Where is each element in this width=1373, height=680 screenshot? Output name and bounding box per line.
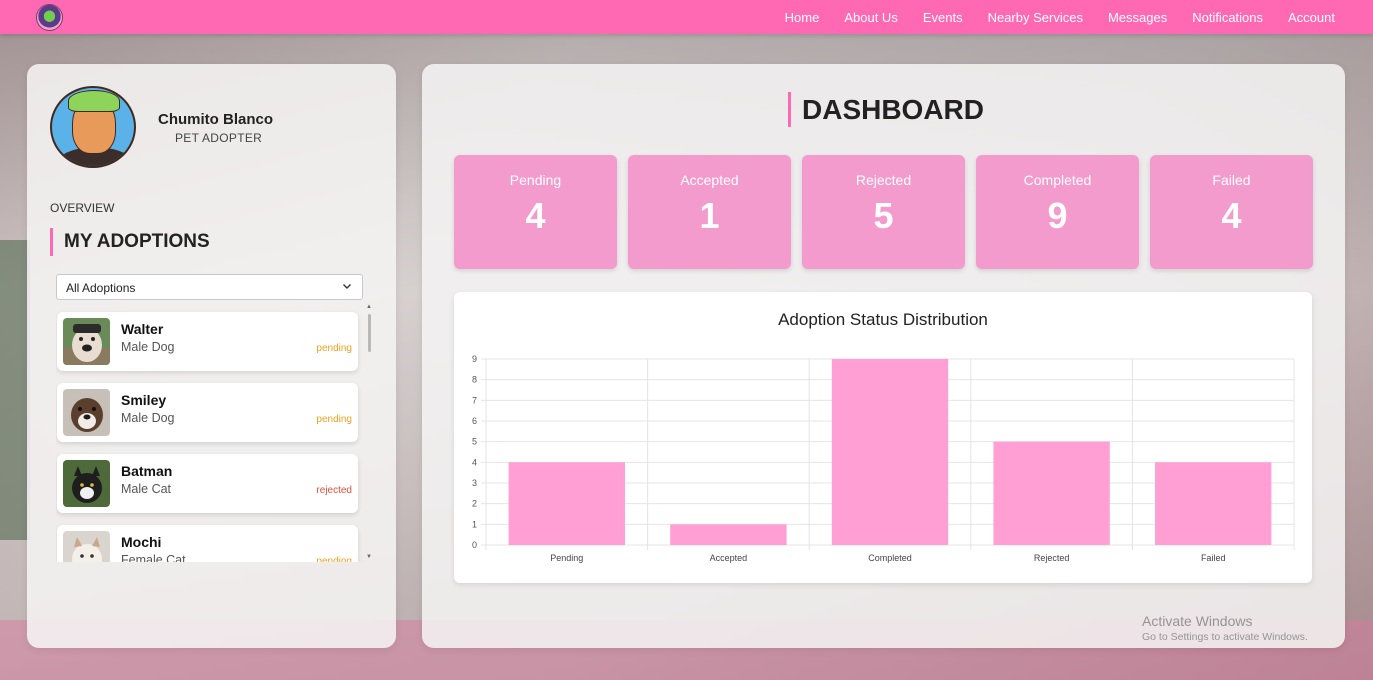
y-tick-label: 4 [472, 457, 477, 467]
profile-panel: Chumito Blanco PET ADOPTER OVERVIEW MY A… [27, 64, 396, 648]
overview-label: OVERVIEW [50, 201, 115, 215]
windows-activation-title: Activate Windows [1142, 613, 1253, 629]
pet-name: Walter [121, 321, 164, 337]
adoption-list[interactable]: Walter Male Dog pending Smiley Male Dog … [56, 310, 372, 562]
nav-account-link[interactable]: Account [1288, 10, 1335, 25]
my-adoptions-title: MY ADOPTIONS [50, 228, 210, 256]
y-tick-label: 0 [472, 540, 477, 550]
x-tick-label: Failed [1201, 553, 1226, 563]
status-badge: pending [316, 343, 352, 354]
bar-chart: 0 1 2 3 4 5 6 7 8 9 Pending Accepted Completed Reject… [472, 354, 1295, 563]
nav-nearby-services-link[interactable]: Nearby Services [988, 10, 1083, 25]
pet-type: Female Cat [121, 553, 186, 562]
stat-card-failed: Failed 4 [1150, 155, 1313, 269]
scroll-up-icon[interactable]: ▲ [366, 304, 372, 310]
x-tick-label: Rejected [1034, 553, 1070, 563]
nav-events-link[interactable]: Events [923, 10, 963, 25]
y-tick-label: 3 [472, 478, 477, 488]
pet-photo-smiley [63, 389, 110, 436]
pet-photo-batman [63, 460, 110, 507]
user-name: Chumito Blanco [158, 111, 273, 128]
x-tick-label: Accepted [710, 553, 748, 563]
y-tick-label: 6 [472, 416, 477, 426]
y-tick-label: 7 [472, 395, 477, 405]
pet-photo-walter [63, 318, 110, 365]
chevron-down-icon [342, 281, 352, 291]
y-tick-label: 2 [472, 499, 477, 509]
stat-value: 4 [525, 195, 546, 236]
nav-notifications-link[interactable]: Notifications [1192, 10, 1263, 25]
pet-type: Male Cat [121, 482, 172, 496]
pet-type: Male Dog [121, 340, 175, 354]
chart-bar [993, 441, 1110, 545]
stat-label: Completed [1023, 172, 1092, 188]
y-tick-label: 8 [472, 375, 477, 385]
dashboard-panel: DASHBOARD Pending 4 Accepted 1 Rejected … [422, 64, 1345, 648]
adoption-card-walter[interactable]: Walter Male Dog pending [57, 312, 358, 371]
adoption-status-chart: Adoption Status Distribution 0123456789P… [454, 292, 1312, 583]
y-tick-label: 5 [472, 437, 477, 447]
pet-name: Smiley [121, 392, 167, 408]
y-tick-label: 9 [472, 354, 477, 364]
stat-label: Rejected [855, 172, 912, 188]
stat-card-rejected: Rejected 5 [802, 155, 965, 269]
status-badge: pending [316, 556, 352, 562]
y-tick-label: 1 [472, 519, 477, 529]
avatar-hair [68, 90, 120, 112]
scroll-down-icon[interactable]: ▼ [366, 554, 372, 560]
adoption-card-smiley[interactable]: Smiley Male Dog pending [57, 383, 358, 442]
stat-label: Accepted [680, 172, 739, 188]
pet-photo-mochi [63, 531, 110, 562]
pet-name: Mochi [121, 534, 162, 550]
adoption-card-mochi[interactable]: Mochi Female Cat pending [57, 525, 358, 562]
chart-bar [1155, 462, 1272, 545]
pet-name: Batman [121, 463, 173, 479]
chart-bar [508, 462, 625, 545]
x-tick-label: Completed [868, 553, 912, 563]
page-title: DASHBOARD [788, 92, 984, 127]
scrollbar-thumb[interactable] [368, 314, 371, 352]
logo-icon[interactable] [36, 4, 63, 31]
windows-activation-subtitle: Go to Settings to activate Windows. [1142, 631, 1308, 643]
stat-label: Failed [1212, 172, 1251, 188]
stat-value: 9 [1047, 195, 1068, 236]
adoption-filter-select[interactable]: All Adoptions [56, 274, 363, 300]
stat-value: 1 [699, 195, 720, 236]
avatar [50, 86, 136, 168]
user-role: PET ADOPTER [175, 131, 263, 145]
pet-type: Male Dog [121, 411, 175, 425]
nav-home-link[interactable]: Home [785, 10, 820, 25]
adoption-card-batman[interactable]: Batman Male Cat rejected [57, 454, 358, 513]
status-badge: rejected [316, 485, 352, 496]
x-tick-label: Pending [550, 553, 583, 563]
chart-bar [670, 524, 787, 545]
stat-card-completed: Completed 9 [976, 155, 1139, 269]
status-badge: pending [316, 414, 352, 425]
chart-bar [831, 359, 949, 545]
stat-card-pending: Pending 4 [454, 155, 617, 269]
stat-label: Pending [509, 172, 562, 188]
background-foliage [0, 240, 30, 540]
nav-links: Home About Us Events Nearby Services Mes… [760, 0, 1335, 34]
navbar: Home About Us Events Nearby Services Mes… [0, 0, 1373, 34]
stat-value: 5 [873, 195, 894, 236]
nav-about-link[interactable]: About Us [844, 10, 897, 25]
stat-value: 4 [1221, 195, 1242, 236]
nav-messages-link[interactable]: Messages [1108, 10, 1167, 25]
filter-selected-value: All Adoptions [66, 281, 136, 295]
stat-card-accepted: Accepted 1 [628, 155, 791, 269]
adoption-list-scrollbar[interactable]: ▲ ▼ [366, 304, 372, 562]
